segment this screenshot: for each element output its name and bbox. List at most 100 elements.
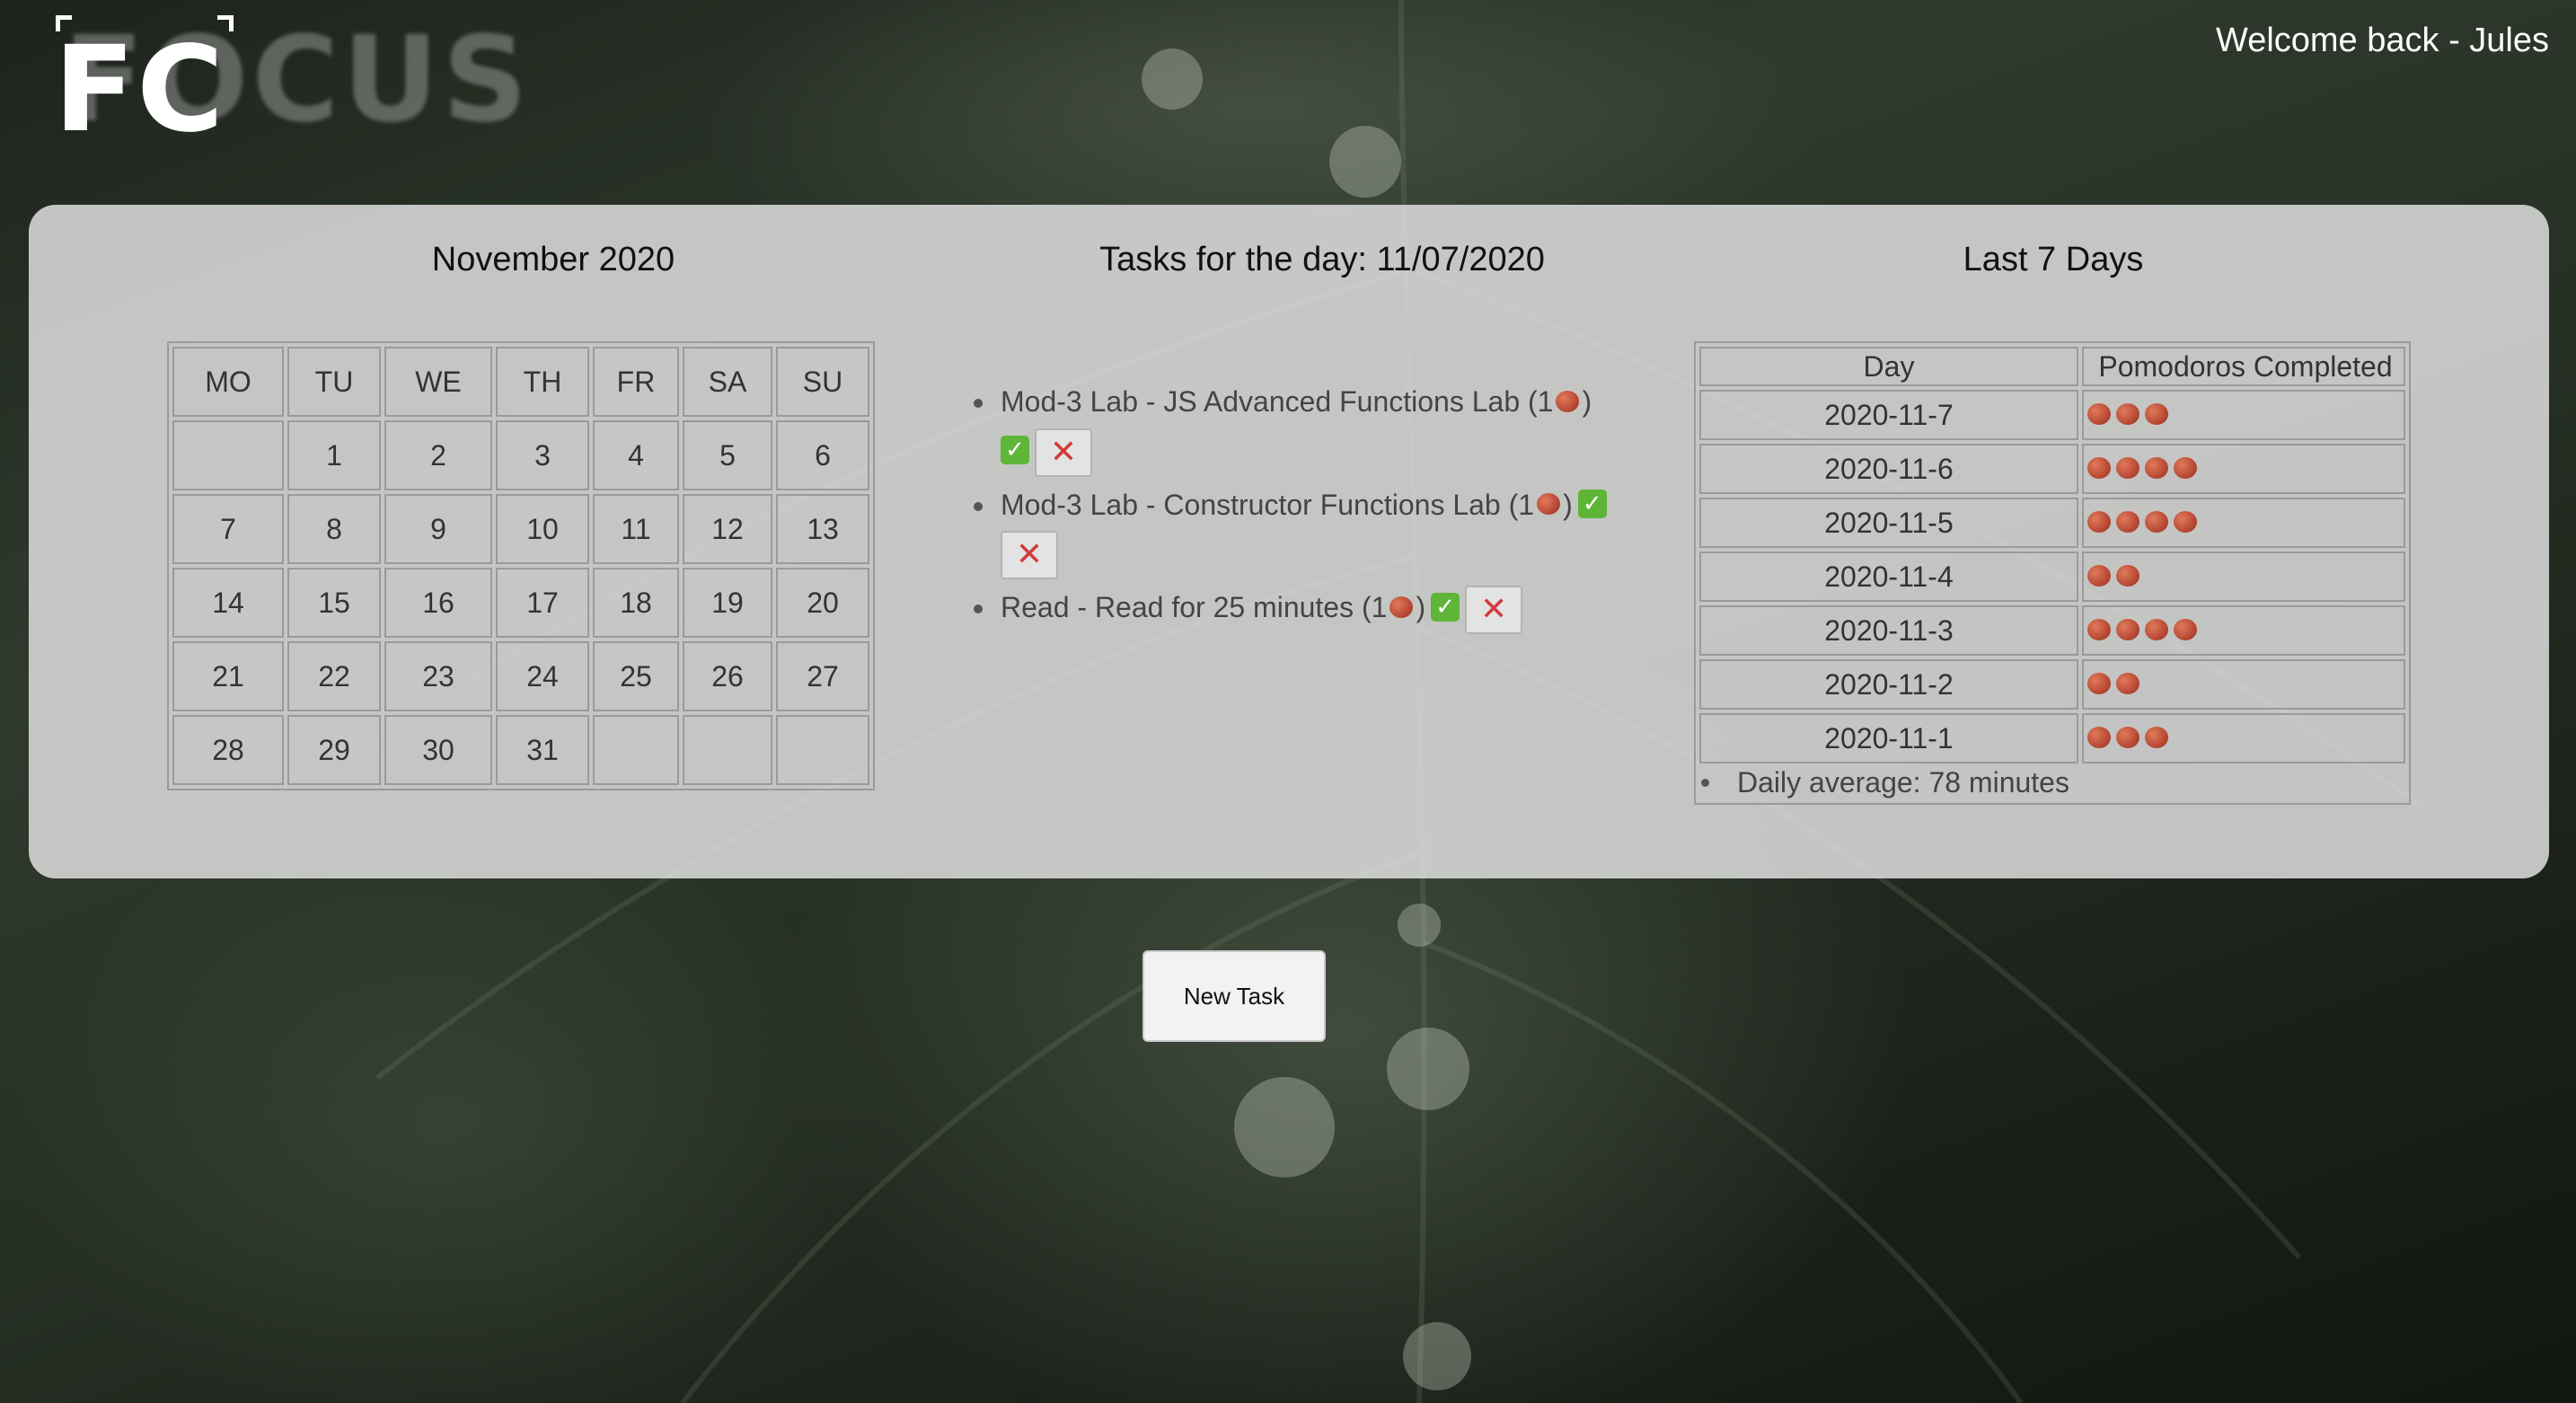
calendar-title: November 2020 xyxy=(431,241,675,278)
tomato-icon xyxy=(2116,565,2139,587)
weekday-header: WE xyxy=(384,347,492,417)
calendar-week-row: 123456 xyxy=(172,420,869,490)
last7-title: Last 7 Days xyxy=(1963,241,2144,278)
calendar-day-cell[interactable]: 19 xyxy=(683,568,772,638)
tomato-icon xyxy=(1556,390,1580,412)
pomodoros-cell xyxy=(2082,713,2405,763)
table-row: 2020-11-3 xyxy=(1699,605,2405,656)
day-cell: 2020-11-1 xyxy=(1699,713,2078,763)
calendar-day-cell xyxy=(593,715,679,785)
tomato-icon xyxy=(2116,457,2139,480)
list-item: Read - Read for 25 minutes (1) ✓ ✕ xyxy=(972,583,1690,634)
calendar-weekday-row: MO TU WE TH FR SA SU xyxy=(172,347,869,417)
pomodoros-cell xyxy=(2082,551,2405,602)
calendar-day-cell[interactable]: 18 xyxy=(593,568,679,638)
calendar-day-cell[interactable]: 15 xyxy=(287,568,381,638)
calendar-day-cell[interactable]: 9 xyxy=(384,494,492,564)
calendar-day-cell[interactable]: 16 xyxy=(384,568,492,638)
tomato-icon xyxy=(2145,727,2168,749)
task-text-close: ) xyxy=(1416,591,1426,624)
calendar-day-cell[interactable]: 5 xyxy=(683,420,772,490)
calendar-day-cell[interactable]: 29 xyxy=(287,715,381,785)
last7-days-table: Day Pomodoros Completed 2020-11-7 2020-11… xyxy=(1694,341,2411,805)
calendar-week-row: 7 8 9 10 11 12 13 xyxy=(172,494,869,564)
calendar-day-cell[interactable]: 20 xyxy=(776,568,869,638)
calendar-day-cell[interactable]: 8 xyxy=(287,494,381,564)
table-row: 2020-11-1 xyxy=(1699,713,2405,763)
calendar-day-cell[interactable]: 14 xyxy=(172,568,284,638)
tomato-icon xyxy=(2145,511,2168,534)
calendar-day-cell[interactable]: 28 xyxy=(172,715,284,785)
calendar-day-cell[interactable]: 10 xyxy=(496,494,589,564)
weekday-header: TH xyxy=(496,347,589,417)
calendar-day-cell[interactable]: 22 xyxy=(287,641,381,711)
calendar-day-cell[interactable]: 26 xyxy=(683,641,772,711)
logo-text: FC xyxy=(54,21,226,159)
delete-task-button[interactable]: ✕ xyxy=(1001,531,1058,580)
tomato-icon xyxy=(2174,457,2197,480)
calendar-week-row: 21 22 23 24 25 26 27 xyxy=(172,641,869,711)
task-text-close: ) xyxy=(1563,488,1573,521)
task-text: Mod-3 Lab - JS Advanced Functions Lab (1 xyxy=(1001,385,1554,418)
calendar-day-cell[interactable]: 27 xyxy=(776,641,869,711)
tomato-icon xyxy=(2116,403,2139,426)
column-header-day: Day xyxy=(1699,347,2078,386)
tomato-icon xyxy=(2116,619,2139,641)
calendar-day-cell[interactable]: 1 xyxy=(287,420,381,490)
list-item: Mod-3 Lab - JS Advanced Functions Lab (1… xyxy=(972,377,1690,477)
task-text-close: ) xyxy=(1582,385,1592,418)
calendar-day-cell[interactable]: 30 xyxy=(384,715,492,785)
check-mark-icon[interactable]: ✓ xyxy=(1577,490,1607,519)
logo-bracket-icon xyxy=(217,15,234,31)
calendar-day-cell[interactable]: 4 xyxy=(593,420,679,490)
weekday-header: FR xyxy=(593,347,679,417)
day-cell: 2020-11-2 xyxy=(1699,659,2078,710)
calendar-day-cell[interactable]: 6 xyxy=(776,420,869,490)
table-row: 2020-11-6 xyxy=(1699,444,2405,494)
tomato-icon xyxy=(1389,596,1414,618)
calendar-day-cell[interactable]: 7 xyxy=(172,494,284,564)
check-mark-icon[interactable]: ✓ xyxy=(1431,592,1460,622)
logo-bracket-icon xyxy=(56,15,72,31)
calendar-day-cell[interactable]: 21 xyxy=(172,641,284,711)
last7-header-row: Day Pomodoros Completed xyxy=(1699,347,2405,386)
delete-task-button[interactable]: ✕ xyxy=(1035,428,1092,477)
delete-task-button[interactable]: ✕ xyxy=(1465,585,1523,634)
calendar-day-cell[interactable]: 31 xyxy=(496,715,589,785)
tomato-icon xyxy=(2116,673,2139,695)
calendar-day-cell[interactable]: 12 xyxy=(683,494,772,564)
day-cell: 2020-11-7 xyxy=(1699,390,2078,440)
weekday-header: SA xyxy=(683,347,772,417)
tomato-icon xyxy=(2087,565,2111,587)
list-item: Mod-3 Lab - Constructor Functions Lab (1… xyxy=(972,481,1690,580)
tomato-icon xyxy=(2174,619,2197,641)
calendar-day-cell[interactable]: 23 xyxy=(384,641,492,711)
task-text: Mod-3 Lab - Constructor Functions Lab (1 xyxy=(1001,488,1535,521)
tomato-icon xyxy=(1537,493,1561,516)
calendar-day-cell[interactable]: 11 xyxy=(593,494,679,564)
task-list: Mod-3 Lab - JS Advanced Functions Lab (1… xyxy=(972,377,1690,634)
table-row: 2020-11-5 xyxy=(1699,498,2405,548)
tomato-icon xyxy=(2145,403,2168,426)
focus-logo[interactable]: FOCUS FC xyxy=(54,11,528,159)
tomato-icon xyxy=(2174,511,2197,534)
month-calendar: MO TU WE TH FR SA SU 1 2 3 4 5 6 7 8 9 10 11 12 13 14… xyxy=(167,341,875,790)
new-task-button[interactable]: New Task xyxy=(1142,950,1326,1042)
table-row: 2020-11-2 xyxy=(1699,659,2405,710)
last7-rows: 2020-11-7 2020-11-6 2020-11-5 2020-11-4 2020… xyxy=(1699,390,2405,763)
calendar-day-cell[interactable]: 25 xyxy=(593,641,679,711)
pomodoros-cell xyxy=(2082,498,2405,548)
column-header-pomodoros: Pomodoros Completed xyxy=(2082,347,2405,386)
daily-average: Daily average: 78 minutes xyxy=(1696,767,2409,803)
calendar-day-cell[interactable]: 24 xyxy=(496,641,589,711)
calendar-day-cell[interactable]: 17 xyxy=(496,568,589,638)
dashboard-panel: November 2020 Tasks for the day: 11/07/2… xyxy=(29,205,2549,878)
calendar-week-row: 28 29 30 31 xyxy=(172,715,869,785)
day-cell: 2020-11-3 xyxy=(1699,605,2078,656)
calendar-day-cell[interactable]: 2 xyxy=(384,420,492,490)
day-cell: 2020-11-5 xyxy=(1699,498,2078,548)
calendar-day-cell[interactable]: 13 xyxy=(776,494,869,564)
calendar-day-cell[interactable]: 3 xyxy=(496,420,589,490)
calendar-day-cell xyxy=(776,715,869,785)
check-mark-icon[interactable]: ✓ xyxy=(1001,435,1029,464)
